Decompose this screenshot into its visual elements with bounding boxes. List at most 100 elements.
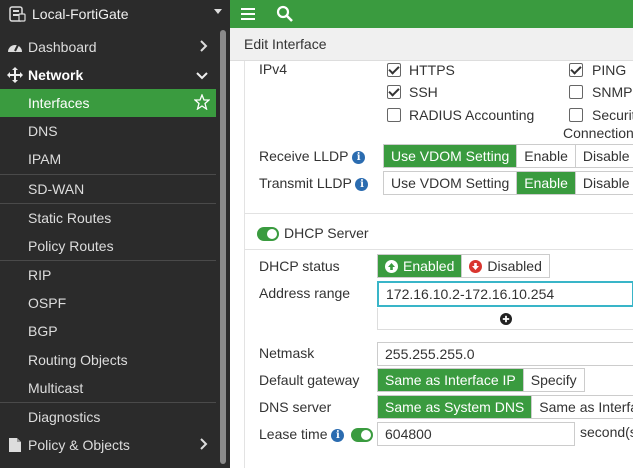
sidebar-item-label: IPAM: [28, 151, 62, 167]
info-icon[interactable]: i: [355, 177, 369, 191]
search-icon[interactable]: [276, 5, 294, 23]
dhcp-server-label: DHCP Server: [284, 225, 369, 241]
hamburger-menu-icon[interactable]: [241, 7, 255, 21]
sidebar-item-label: BGP: [28, 323, 58, 339]
receive-lldp-selector: Use VDOM Setting Enable Disable: [383, 144, 633, 168]
sidebar-scrollbar[interactable]: [216, 28, 230, 468]
lease-time-toggle[interactable]: [351, 428, 373, 442]
add-range-button[interactable]: [377, 308, 633, 330]
radius-accounting-checkbox[interactable]: [387, 108, 401, 122]
dhcp-disabled-option[interactable]: Disabled: [462, 255, 549, 277]
plus-circle-icon: [499, 312, 512, 325]
sidebar-item-label: DNS: [28, 123, 58, 139]
connection-label: Connection: [563, 125, 633, 141]
gateway-same-as-interface[interactable]: Same as Interface IP: [378, 369, 524, 391]
transmit-lldp-disable[interactable]: Disable: [575, 172, 633, 194]
sidebar-item-policy-objects[interactable]: Policy & Objects: [0, 431, 216, 459]
ssh-label: SSH: [409, 84, 438, 100]
sidebar-item-label: Policy & Objects: [28, 437, 130, 453]
section-divider: [245, 213, 633, 214]
snmp-checkbox[interactable]: [569, 85, 583, 99]
document-icon: [6, 436, 24, 454]
sidebar-item-label: Static Routes: [28, 210, 112, 226]
lease-time-unit: second(s: [580, 424, 633, 440]
chevron-right-icon: [200, 437, 208, 453]
section-divider: [245, 249, 633, 250]
receive-lldp-disable[interactable]: Disable: [575, 145, 633, 167]
sidebar-item-routing-objects[interactable]: Routing Objects: [0, 346, 216, 374]
sidebar-item-diagnostics[interactable]: Diagnostics: [0, 403, 216, 431]
https-label: HTTPS: [409, 62, 455, 78]
chevron-right-icon: [200, 39, 208, 55]
dhcp-server-toggle[interactable]: [257, 227, 279, 241]
sidebar-item-policy-routes[interactable]: Policy Routes: [0, 232, 216, 260]
receive-lldp-text: Receive LLDP: [259, 148, 349, 164]
lease-time-text: Lease time: [259, 426, 328, 442]
gateway-specify[interactable]: Specify: [523, 369, 584, 391]
sidebar-item-multicast[interactable]: Multicast: [0, 374, 216, 402]
sidebar-item-dns[interactable]: DNS: [0, 117, 216, 145]
scrollbar-thumb[interactable]: [220, 30, 226, 464]
page-title: Edit Interface: [244, 36, 327, 52]
chevron-down-icon: [214, 9, 222, 14]
receive-lldp-use-vdom[interactable]: Use VDOM Setting: [384, 145, 518, 167]
sidebar-item-ospf[interactable]: OSPF: [0, 289, 216, 317]
sidebar-item-label: Routing Objects: [28, 352, 128, 368]
sidebar-item-label: SD-WAN: [28, 181, 85, 197]
transmit-lldp-selector: Use VDOM Setting Enable Disable: [383, 171, 633, 195]
default-gateway-selector: Same as Interface IP Specify: [377, 368, 585, 392]
sidebar-item-label: Network: [28, 67, 84, 83]
sidebar-item-interfaces[interactable]: Interfaces: [0, 89, 216, 117]
sidebar-item-label: Multicast: [28, 380, 84, 396]
dhcp-status-label: DHCP status: [259, 258, 340, 274]
sidebar-item-dashboard[interactable]: Dashboard: [0, 33, 216, 60]
sidebar-item-label: Interfaces: [28, 95, 90, 111]
dns-server-selector: Same as System DNS Same as Interface: [377, 395, 633, 419]
transmit-lldp-text: Transmit LLDP: [259, 175, 352, 191]
chevron-down-icon: [196, 67, 208, 83]
network-icon: [6, 66, 24, 84]
device-name: Local-FortiGate: [32, 6, 129, 22]
security-connection-checkbox[interactable]: [569, 108, 583, 122]
sidebar-item-ipam[interactable]: IPAM: [0, 145, 216, 173]
netmask-label: Netmask: [259, 345, 315, 361]
dhcp-enabled-text: Enabled: [403, 258, 455, 274]
transmit-lldp-use-vdom[interactable]: Use VDOM Setting: [384, 172, 518, 194]
page-title-bar: Edit Interface: [230, 28, 633, 61]
info-icon[interactable]: i: [352, 150, 366, 164]
dns-same-as-system[interactable]: Same as System DNS: [378, 396, 533, 418]
default-gateway-label: Default gateway: [259, 372, 360, 388]
https-checkbox[interactable]: [387, 63, 401, 77]
dashboard-icon: [6, 38, 24, 56]
sidebar-item-sd-wan[interactable]: SD-WAN: [0, 175, 216, 203]
sidebar-item-label: RIP: [28, 267, 52, 283]
sidebar-item-bgp[interactable]: BGP: [0, 317, 216, 345]
info-icon[interactable]: i: [331, 428, 345, 442]
star-icon[interactable]: [193, 93, 211, 113]
radius-accounting-label: RADIUS Accounting: [409, 107, 535, 123]
sidebar-item-label: Policy Routes: [28, 238, 114, 254]
lease-time-label: Lease time i: [259, 426, 345, 442]
lease-time-input[interactable]: 604800: [377, 422, 575, 446]
sidebar-item-label: Diagnostics: [28, 409, 101, 425]
arrow-up-circle-icon: [385, 259, 398, 273]
sidebar-item-label: OSPF: [28, 295, 67, 311]
netmask-input[interactable]: 255.255.255.0: [377, 342, 633, 366]
sidebar-item-network[interactable]: Network: [0, 61, 216, 89]
dns-same-as-interface[interactable]: Same as Interface: [532, 396, 633, 418]
receive-lldp-label: Receive LLDP i: [259, 148, 366, 164]
transmit-lldp-label: Transmit LLDP i: [259, 175, 369, 191]
dhcp-status-selector: Enabled Disabled: [377, 254, 550, 278]
address-range-input[interactable]: 172.16.10.2-172.16.10.254: [377, 281, 633, 307]
transmit-lldp-enable[interactable]: Enable: [517, 172, 576, 194]
arrow-down-circle-icon: [469, 259, 483, 273]
ping-checkbox[interactable]: [569, 63, 583, 77]
dhcp-enabled-option[interactable]: Enabled: [378, 255, 463, 277]
ipv4-label: IPv4: [259, 61, 288, 77]
sidebar-item-static-routes[interactable]: Static Routes: [0, 204, 216, 232]
device-selector[interactable]: Local-FortiGate: [0, 0, 230, 28]
ssh-checkbox[interactable]: [387, 85, 401, 99]
sidebar-item-rip[interactable]: RIP: [0, 261, 216, 289]
receive-lldp-enable[interactable]: Enable: [517, 145, 576, 167]
sidebar-item-label: Dashboard: [28, 38, 97, 55]
